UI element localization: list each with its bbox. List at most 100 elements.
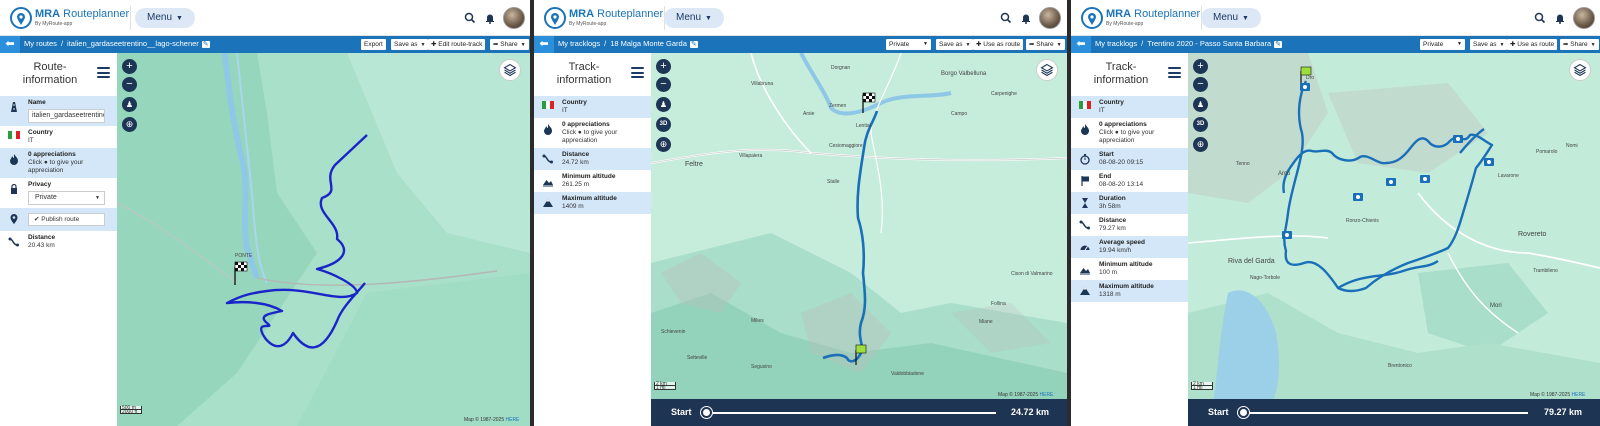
street-view-icon[interactable]: ♟ — [656, 97, 671, 112]
mra-logo-icon[interactable] — [10, 7, 32, 29]
hamburger-icon[interactable] — [1168, 67, 1181, 78]
user-avatar[interactable] — [1039, 7, 1061, 29]
save-as-button[interactable]: Save as ▼ — [391, 39, 429, 50]
edit-route-track-button[interactable]: ✚ Edit route-track — [428, 39, 486, 50]
slider-handle[interactable] — [1238, 407, 1249, 418]
mra-logo-icon[interactable] — [1081, 7, 1103, 29]
share-button[interactable]: ➦ Share ▼ — [1560, 39, 1599, 50]
photo-marker-icon[interactable] — [1420, 175, 1430, 183]
back-arrow-icon[interactable]: ⬅ — [0, 36, 20, 53]
street-view-icon[interactable]: ♟ — [1193, 97, 1208, 112]
zoom-out-button[interactable]: − — [656, 77, 671, 92]
user-avatar[interactable] — [503, 7, 525, 29]
map-view[interactable]: Feltre Borgo Valbelluna Villabruna Dorgn… — [651, 53, 1067, 426]
bell-icon[interactable] — [1019, 11, 1033, 25]
map-canvas[interactable] — [1188, 53, 1600, 426]
menu-button[interactable]: Menu ▼ — [664, 8, 724, 28]
map-canvas[interactable] — [651, 53, 1067, 426]
breadcrumb-root[interactable]: My tracklogs — [558, 39, 600, 48]
layers-icon[interactable] — [1036, 59, 1058, 81]
3d-toggle-button[interactable]: 3D — [1193, 117, 1208, 132]
search-icon[interactable] — [999, 11, 1013, 25]
menu-button[interactable]: Menu ▼ — [1201, 8, 1261, 28]
use-as-route-button[interactable]: ✚ Use as route — [973, 39, 1024, 50]
publish-route-button[interactable]: ✔ Publish route — [28, 213, 105, 226]
appreciations-row[interactable]: 0 appreciations Click ● to give your appr… — [1071, 118, 1188, 148]
mra-logo-icon[interactable] — [544, 7, 566, 29]
hamburger-icon[interactable] — [97, 67, 110, 78]
locate-icon[interactable]: ⊕ — [656, 137, 671, 152]
photo-marker-icon[interactable] — [1282, 231, 1292, 239]
edit-pencil-icon[interactable]: ✎ — [1274, 41, 1283, 48]
distance-label: Distance — [1099, 217, 1127, 224]
search-icon[interactable] — [463, 11, 477, 25]
privacy-select[interactable]: Private ▼ — [1420, 39, 1465, 50]
appreciations-row[interactable]: 0 appreciations Click ● to give your appr… — [534, 118, 651, 148]
appreciation-icon[interactable]: ● — [578, 129, 582, 136]
map-place-label: Segusino — [751, 364, 772, 370]
country-label: Country — [28, 129, 53, 136]
map-place-label: Dorgnan — [831, 65, 851, 71]
bell-icon[interactable] — [483, 11, 497, 25]
zoom-in-button[interactable]: + — [122, 59, 137, 74]
photo-marker-icon[interactable] — [1386, 178, 1396, 186]
privacy-select[interactable]: Private ▼ — [886, 39, 931, 50]
map-place-label: Follina — [991, 301, 1006, 307]
appreciation-icon[interactable]: ● — [1115, 129, 1119, 136]
slider-track[interactable] — [706, 412, 996, 414]
country-label: Country — [562, 99, 587, 106]
breadcrumb-root[interactable]: My routes — [24, 39, 57, 48]
photo-marker-icon[interactable] — [1300, 83, 1310, 91]
flame-icon — [1081, 124, 1089, 135]
breadcrumb-current: Trentino 2020 - Passo Santa Barbara — [1147, 39, 1272, 48]
map-view[interactable]: PONTE + − ♟ ⊕ 500 m 2000 ft Map © 1987-20… — [117, 53, 530, 426]
slider-handle[interactable] — [701, 407, 712, 418]
zoom-in-button[interactable]: + — [656, 59, 671, 74]
map-place-label: Zermen — [829, 103, 847, 109]
appreciation-icon[interactable]: ● — [44, 159, 48, 166]
slider-track[interactable] — [1243, 412, 1528, 414]
export-button[interactable]: Export — [361, 39, 386, 50]
average-speed-label: Average speed — [1099, 239, 1146, 246]
panel-title: Track-information — [556, 61, 612, 86]
appreciations-row[interactable]: 0 appreciations Click ● to give your appr… — [0, 148, 117, 178]
bell-icon[interactable] — [1553, 11, 1567, 25]
user-avatar[interactable] — [1573, 7, 1595, 29]
photo-marker-icon[interactable] — [1484, 158, 1494, 166]
menu-button[interactable]: Menu ▼ — [135, 8, 195, 28]
back-arrow-icon[interactable]: ⬅ — [1071, 36, 1091, 53]
privacy-select[interactable]: Private ▼ — [28, 191, 105, 205]
brand-name: MRA Routeplanner — [35, 8, 130, 20]
street-view-icon[interactable]: ♟ — [122, 97, 137, 112]
breadcrumb-root[interactable]: My tracklogs — [1095, 39, 1137, 48]
zoom-in-button[interactable]: + — [1193, 59, 1208, 74]
save-as-button[interactable]: Save as ▼ — [1470, 39, 1508, 50]
name-input[interactable]: italien_gardaseetrentino — [28, 109, 105, 123]
3d-toggle-button[interactable]: 3D — [656, 117, 671, 132]
photo-marker-icon[interactable] — [1353, 193, 1363, 201]
locate-icon[interactable]: ⊕ — [122, 117, 137, 132]
back-arrow-icon[interactable]: ⬅ — [534, 36, 554, 53]
search-icon[interactable] — [1533, 11, 1547, 25]
layers-icon[interactable] — [499, 59, 521, 81]
photo-marker-icon[interactable] — [1453, 135, 1463, 143]
map-place-label: Nomi — [1566, 143, 1578, 149]
map-canvas[interactable] — [117, 53, 530, 426]
share-button[interactable]: ➦ Share ▼ — [490, 39, 529, 50]
slider-start-label: Start — [1208, 407, 1229, 417]
locate-icon[interactable]: ⊕ — [1193, 137, 1208, 152]
map-place-label: Cison di Valmarino — [1011, 271, 1053, 277]
share-button[interactable]: ➦ Share ▼ — [1026, 39, 1065, 50]
zoom-out-button[interactable]: − — [122, 77, 137, 92]
zoom-out-button[interactable]: − — [1193, 77, 1208, 92]
road-icon — [11, 102, 17, 112]
save-as-button[interactable]: Save as ▼ — [936, 39, 974, 50]
layers-icon[interactable] — [1569, 59, 1591, 81]
hamburger-icon[interactable] — [631, 67, 644, 78]
map-view[interactable]: Arco Riva del Garda Nago-Torbole Roveret… — [1188, 53, 1600, 426]
edit-pencil-icon[interactable]: ✎ — [201, 41, 210, 48]
slider-start-label: Start — [671, 407, 692, 417]
duration-label: Duration — [1099, 195, 1126, 202]
edit-pencil-icon[interactable]: ✎ — [689, 41, 698, 48]
use-as-route-button[interactable]: ✚ Use as route — [1507, 39, 1558, 50]
